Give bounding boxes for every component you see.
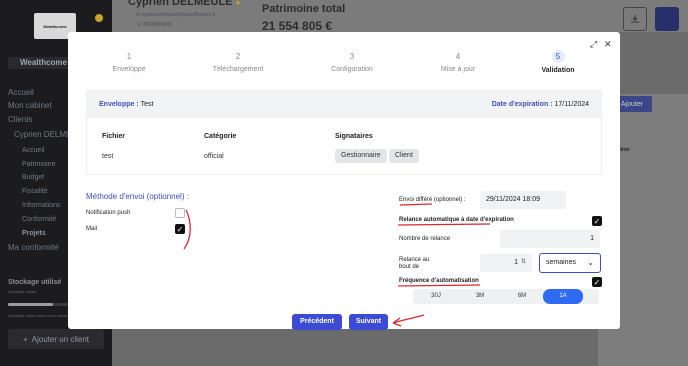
step-number: 1	[126, 52, 132, 61]
step-validation[interactable]: 5 Validation	[513, 50, 603, 74]
deferred-send-input[interactable]: 29/11/2024 18:09	[480, 191, 566, 209]
frequency-option-6m[interactable]: 6M	[502, 289, 542, 304]
push-notification-checkbox[interactable]	[175, 208, 185, 218]
client-name: Cyprien DELMEULE ●	[128, 0, 241, 8]
stepper: 1 Enveloppe 2 Téléchargement 3 Configura…	[68, 50, 620, 81]
storage-bar-fill	[8, 303, 53, 306]
auto-reminder-label: Relance automatique à date d'expiration	[399, 217, 514, 223]
file-name: test	[102, 153, 114, 160]
frequency-segmented-control: 30J 3M 6M 1A	[413, 289, 599, 304]
step-update[interactable]: 4 Mise à jour	[413, 51, 503, 73]
close-icon[interactable]: ✕	[604, 39, 612, 50]
step-label: Téléchargement	[212, 66, 264, 73]
step-envelope[interactable]: 1 Enveloppe	[84, 51, 174, 73]
file-category: official	[204, 153, 224, 160]
reminder-count-input[interactable]: 1	[500, 230, 600, 248]
frequency-option-30j[interactable]: 30J	[416, 289, 456, 304]
step-label-active: Validation	[541, 67, 575, 74]
chevron-down-icon: ⌄	[587, 258, 594, 267]
sidebar-subitem-patrimoine[interactable]: Patrimoine	[22, 161, 55, 168]
expiration-info: Date d'expiration : 17/11/2024	[491, 101, 589, 108]
step-upload[interactable]: 2 Téléchargement	[193, 51, 283, 73]
previous-button[interactable]: Précédent	[292, 314, 342, 330]
expand-icon[interactable]: ⤢	[590, 39, 597, 50]
mail-checkbox[interactable]: ✓	[175, 224, 185, 234]
col-header-signers: Signataires	[335, 133, 373, 140]
automation-frequency-checkbox[interactable]: ✓	[592, 277, 602, 287]
add-client-button[interactable]: + Ajouter un client	[8, 329, 104, 349]
summary-header: Enveloppe : Test Date d'expiration : 17/…	[87, 91, 601, 118]
storage-used-text: Stockage utilisé	[8, 289, 37, 294]
send-method-title: Méthode d'envoi (optionnel) :	[86, 192, 189, 201]
envelope-info: Enveloppe : Test	[99, 101, 154, 108]
frequency-option-1a[interactable]: 1A	[543, 289, 583, 304]
col-header-file: Fichier	[102, 133, 125, 140]
sidebar-subitem-fiscalite[interactable]: Fiscalité	[22, 188, 48, 195]
step-label: Mise à jour	[440, 66, 476, 73]
step-configuration[interactable]: 3 Configuration	[307, 51, 397, 73]
next-button[interactable]: Suivant	[349, 314, 388, 330]
sidebar-item-ma-conformite[interactable]: Ma conformité	[8, 243, 59, 252]
wealth-label: Patrimoine total	[262, 3, 346, 15]
header-action-button[interactable]	[655, 7, 679, 31]
col-header-category: Catégorie	[204, 133, 237, 140]
frequency-option-3m[interactable]: 3M	[460, 289, 500, 304]
add-client-label: Ajouter un client	[31, 334, 90, 344]
logo-text: Wealthcome	[43, 23, 67, 29]
summary-card: Enveloppe : Test Date d'expiration : 17/…	[86, 90, 602, 175]
sidebar-item-clients[interactable]: Clients	[8, 115, 32, 124]
wealth-value: 21 554 805 €	[262, 19, 333, 33]
stepper-arrows-icon[interactable]: ⇅	[521, 258, 526, 265]
client-email: ✉ cyprien.delmeule@wealthcome.fr	[136, 12, 216, 18]
step-number: 4	[455, 52, 461, 61]
signer-chip: Client	[389, 149, 419, 163]
client-phone: ☏ 0658050809	[136, 22, 172, 28]
verified-icon: ●	[235, 0, 241, 7]
storage-title: Stockage utilisé	[8, 279, 62, 286]
plus-icon: +	[22, 334, 28, 344]
deferred-send-label: Envoi différé (optionnel) :	[399, 197, 466, 203]
download-icon	[631, 15, 639, 23]
sidebar-subitem-accueil[interactable]: Accueil	[22, 147, 45, 154]
automation-frequency-label: Fréquence d'automatisation	[399, 278, 479, 284]
sidebar-item-mon-cabinet[interactable]: Mon cabinet	[8, 101, 52, 110]
step-label: Enveloppe	[112, 66, 146, 73]
storage-bar	[8, 303, 70, 306]
sidebar-subitem-conformite[interactable]: Conformité	[22, 216, 56, 223]
signature-modal: ⤢ ✕ 1 Enveloppe 2 Téléchargement 3 Confi…	[68, 32, 620, 330]
step-label: Configuration	[331, 66, 373, 73]
phone-icon: ☏	[136, 22, 144, 28]
sidebar-item-accueil[interactable]: Accueil	[8, 88, 34, 97]
step-number-active: 5	[551, 50, 565, 63]
step-number: 2	[235, 52, 241, 61]
sidebar-subitem-projets[interactable]: Projets	[22, 230, 46, 237]
push-notification-label: Notification push	[86, 210, 131, 216]
download-button[interactable]	[623, 7, 647, 31]
auto-reminder-checkbox[interactable]: ✓	[592, 216, 602, 226]
storage-detail-text: Stockage utilisé dans votre espace	[8, 313, 70, 318]
sidebar-subitem-budget[interactable]: Budget	[22, 174, 44, 181]
notification-dot	[95, 14, 103, 22]
reminder-unit-select[interactable]: semaines ⌄	[539, 253, 601, 273]
reminder-count-label: Nombre de relance	[399, 236, 451, 242]
reminder-every-label: Relance au bout de	[399, 257, 430, 270]
signer-chip: Gestionnaire	[335, 149, 387, 163]
mail-label: Mail	[86, 226, 98, 232]
sidebar-subitem-informations[interactable]: Informations	[22, 202, 61, 209]
step-number: 3	[349, 52, 355, 61]
